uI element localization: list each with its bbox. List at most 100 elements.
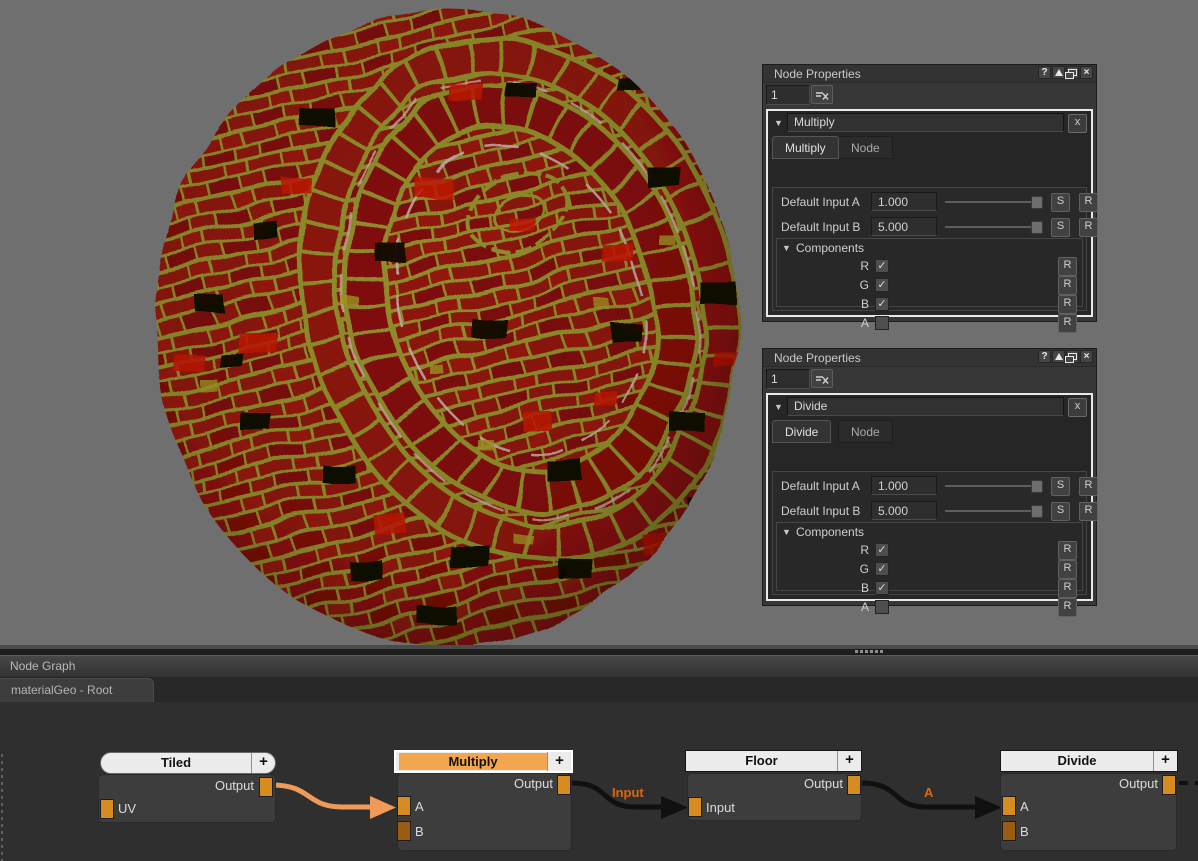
add-node-button[interactable]: + bbox=[1153, 751, 1177, 771]
dock-icon[interactable] bbox=[1052, 66, 1065, 79]
reset-button[interactable]: R bbox=[1058, 257, 1077, 276]
node-floor-header[interactable]: Floor + bbox=[685, 750, 862, 772]
check-icon: ✓ bbox=[877, 544, 886, 556]
reset-button[interactable]: R bbox=[1079, 218, 1098, 237]
reset-button[interactable]: R bbox=[1058, 276, 1077, 295]
set-key-button[interactable]: S bbox=[1051, 477, 1070, 496]
help-icon[interactable]: ? bbox=[1038, 66, 1051, 79]
input-port-a[interactable] bbox=[1002, 796, 1016, 816]
checkbox-r[interactable]: ✓ bbox=[875, 543, 889, 557]
default-input-b-slider[interactable] bbox=[945, 219, 1043, 234]
checkbox-g[interactable]: ✓ bbox=[875, 562, 889, 576]
reset-button[interactable]: R bbox=[1079, 193, 1098, 212]
add-node-button[interactable]: + bbox=[251, 753, 275, 773]
reset-button[interactable]: R bbox=[1058, 579, 1077, 598]
default-input-a-value[interactable]: 1.000 bbox=[871, 476, 937, 495]
add-node-button[interactable]: + bbox=[547, 752, 571, 771]
node-count-field[interactable]: 1 bbox=[766, 85, 810, 105]
default-input-b-slider[interactable] bbox=[945, 503, 1043, 518]
dock-icon[interactable] bbox=[1052, 350, 1065, 363]
tab-multiply[interactable]: Multiply bbox=[772, 136, 839, 159]
default-input-b-value[interactable]: 5.000 bbox=[871, 217, 937, 236]
input-port-b[interactable] bbox=[1002, 821, 1016, 841]
node-count-field[interactable]: 1 bbox=[766, 369, 810, 389]
viewport-graph-splitter[interactable] bbox=[0, 645, 1198, 655]
splitter-handle-icon[interactable] bbox=[855, 650, 883, 653]
nodegraph-titlebar[interactable]: Node Graph bbox=[0, 655, 1198, 678]
reset-button[interactable]: R bbox=[1058, 560, 1077, 579]
properties-content: Default Input A 1.000 S R Default Input … bbox=[772, 471, 1087, 595]
node-properties-panel-divide: Node Properties ? × 1 ▼ Divide x Divide … bbox=[762, 348, 1097, 606]
node-tiled-header[interactable]: Tiled + bbox=[100, 752, 276, 774]
collapse-arrow-icon[interactable]: ▼ bbox=[774, 402, 783, 412]
default-input-a-slider[interactable] bbox=[945, 478, 1043, 493]
tab-divide[interactable]: Divide bbox=[772, 420, 831, 443]
reset-button[interactable]: R bbox=[1079, 502, 1098, 521]
tab-node[interactable]: Node bbox=[838, 420, 893, 443]
components-title: Components bbox=[796, 525, 864, 539]
reset-button[interactable]: R bbox=[1058, 541, 1077, 560]
set-key-button[interactable]: S bbox=[1051, 193, 1070, 212]
default-input-b-value[interactable]: 5.000 bbox=[871, 501, 937, 520]
reset-button[interactable]: R bbox=[1058, 314, 1077, 333]
reset-button[interactable]: R bbox=[1079, 477, 1098, 496]
check-icon: ✓ bbox=[877, 298, 886, 310]
components-title: Components bbox=[796, 241, 864, 255]
reset-button[interactable]: R bbox=[1058, 295, 1077, 314]
node-multiply-header[interactable]: Multiply + bbox=[394, 750, 573, 773]
float-icon[interactable] bbox=[1066, 66, 1079, 79]
input-port-label: A bbox=[1020, 799, 1029, 814]
node-title: Tiled bbox=[101, 753, 251, 773]
input-port-a[interactable] bbox=[397, 796, 411, 816]
reset-button[interactable]: R bbox=[1058, 598, 1077, 617]
close-icon[interactable]: × bbox=[1080, 66, 1093, 79]
checkbox-b[interactable]: ✓ bbox=[875, 297, 889, 311]
input-port-label: UV bbox=[118, 801, 136, 816]
set-key-button[interactable]: S bbox=[1051, 218, 1070, 237]
component-label: B bbox=[777, 297, 869, 311]
node-name-field[interactable]: Multiply bbox=[787, 113, 1064, 132]
panel-titlebar[interactable]: Node Properties ? × bbox=[763, 65, 1096, 83]
collapse-arrow-icon[interactable]: ▼ bbox=[774, 118, 783, 128]
remove-node-button[interactable]: x bbox=[1068, 398, 1087, 417]
add-node-button[interactable]: + bbox=[837, 751, 861, 771]
input-port-input[interactable] bbox=[688, 797, 702, 817]
node-section-multiply: ▼ Multiply x Multiply Node Default Input… bbox=[766, 109, 1093, 317]
clear-list-icon bbox=[815, 91, 829, 101]
output-port[interactable] bbox=[259, 777, 273, 797]
wire-label-a: A bbox=[924, 785, 933, 800]
clear-list-button[interactable] bbox=[811, 85, 833, 104]
node-section-divide: ▼ Divide x Divide Node Default Input A 1… bbox=[766, 393, 1093, 601]
node-name-field[interactable]: Divide bbox=[787, 397, 1064, 416]
collapse-arrow-icon[interactable]: ▼ bbox=[782, 243, 791, 253]
default-input-a-slider[interactable] bbox=[945, 194, 1043, 209]
tab-materialgeo-root[interactable]: materialGeo - Root bbox=[0, 678, 154, 703]
collapse-arrow-icon[interactable]: ▼ bbox=[782, 527, 791, 537]
input-port-uv[interactable] bbox=[100, 799, 114, 819]
remove-node-button[interactable]: x bbox=[1068, 114, 1087, 133]
checkbox-g[interactable]: ✓ bbox=[875, 278, 889, 292]
output-port[interactable] bbox=[847, 775, 861, 795]
wire-tiled-to-multiply bbox=[272, 785, 370, 807]
check-icon: ✓ bbox=[877, 563, 886, 575]
default-input-a-value[interactable]: 1.000 bbox=[871, 192, 937, 211]
checkbox-a[interactable] bbox=[875, 600, 889, 614]
checkbox-r[interactable]: ✓ bbox=[875, 259, 889, 273]
help-icon[interactable]: ? bbox=[1038, 350, 1051, 363]
tab-node[interactable]: Node bbox=[838, 136, 893, 159]
output-port[interactable] bbox=[557, 775, 571, 795]
panel-titlebar[interactable]: Node Properties ? × bbox=[763, 349, 1096, 367]
clear-list-button[interactable] bbox=[811, 369, 833, 388]
nodegraph-canvas[interactable]: Input A Output UV Tiled + Output A bbox=[0, 702, 1198, 861]
node-title: Multiply bbox=[399, 753, 547, 770]
output-port[interactable] bbox=[1162, 775, 1176, 795]
panel-title: Node Properties bbox=[774, 351, 861, 365]
float-icon[interactable] bbox=[1066, 350, 1079, 363]
input-port-label: A bbox=[415, 799, 424, 814]
checkbox-b[interactable]: ✓ bbox=[875, 581, 889, 595]
set-key-button[interactable]: S bbox=[1051, 502, 1070, 521]
close-icon[interactable]: × bbox=[1080, 350, 1093, 363]
node-divide-header[interactable]: Divide + bbox=[1000, 750, 1178, 772]
input-port-b[interactable] bbox=[397, 821, 411, 841]
checkbox-a[interactable] bbox=[875, 316, 889, 330]
